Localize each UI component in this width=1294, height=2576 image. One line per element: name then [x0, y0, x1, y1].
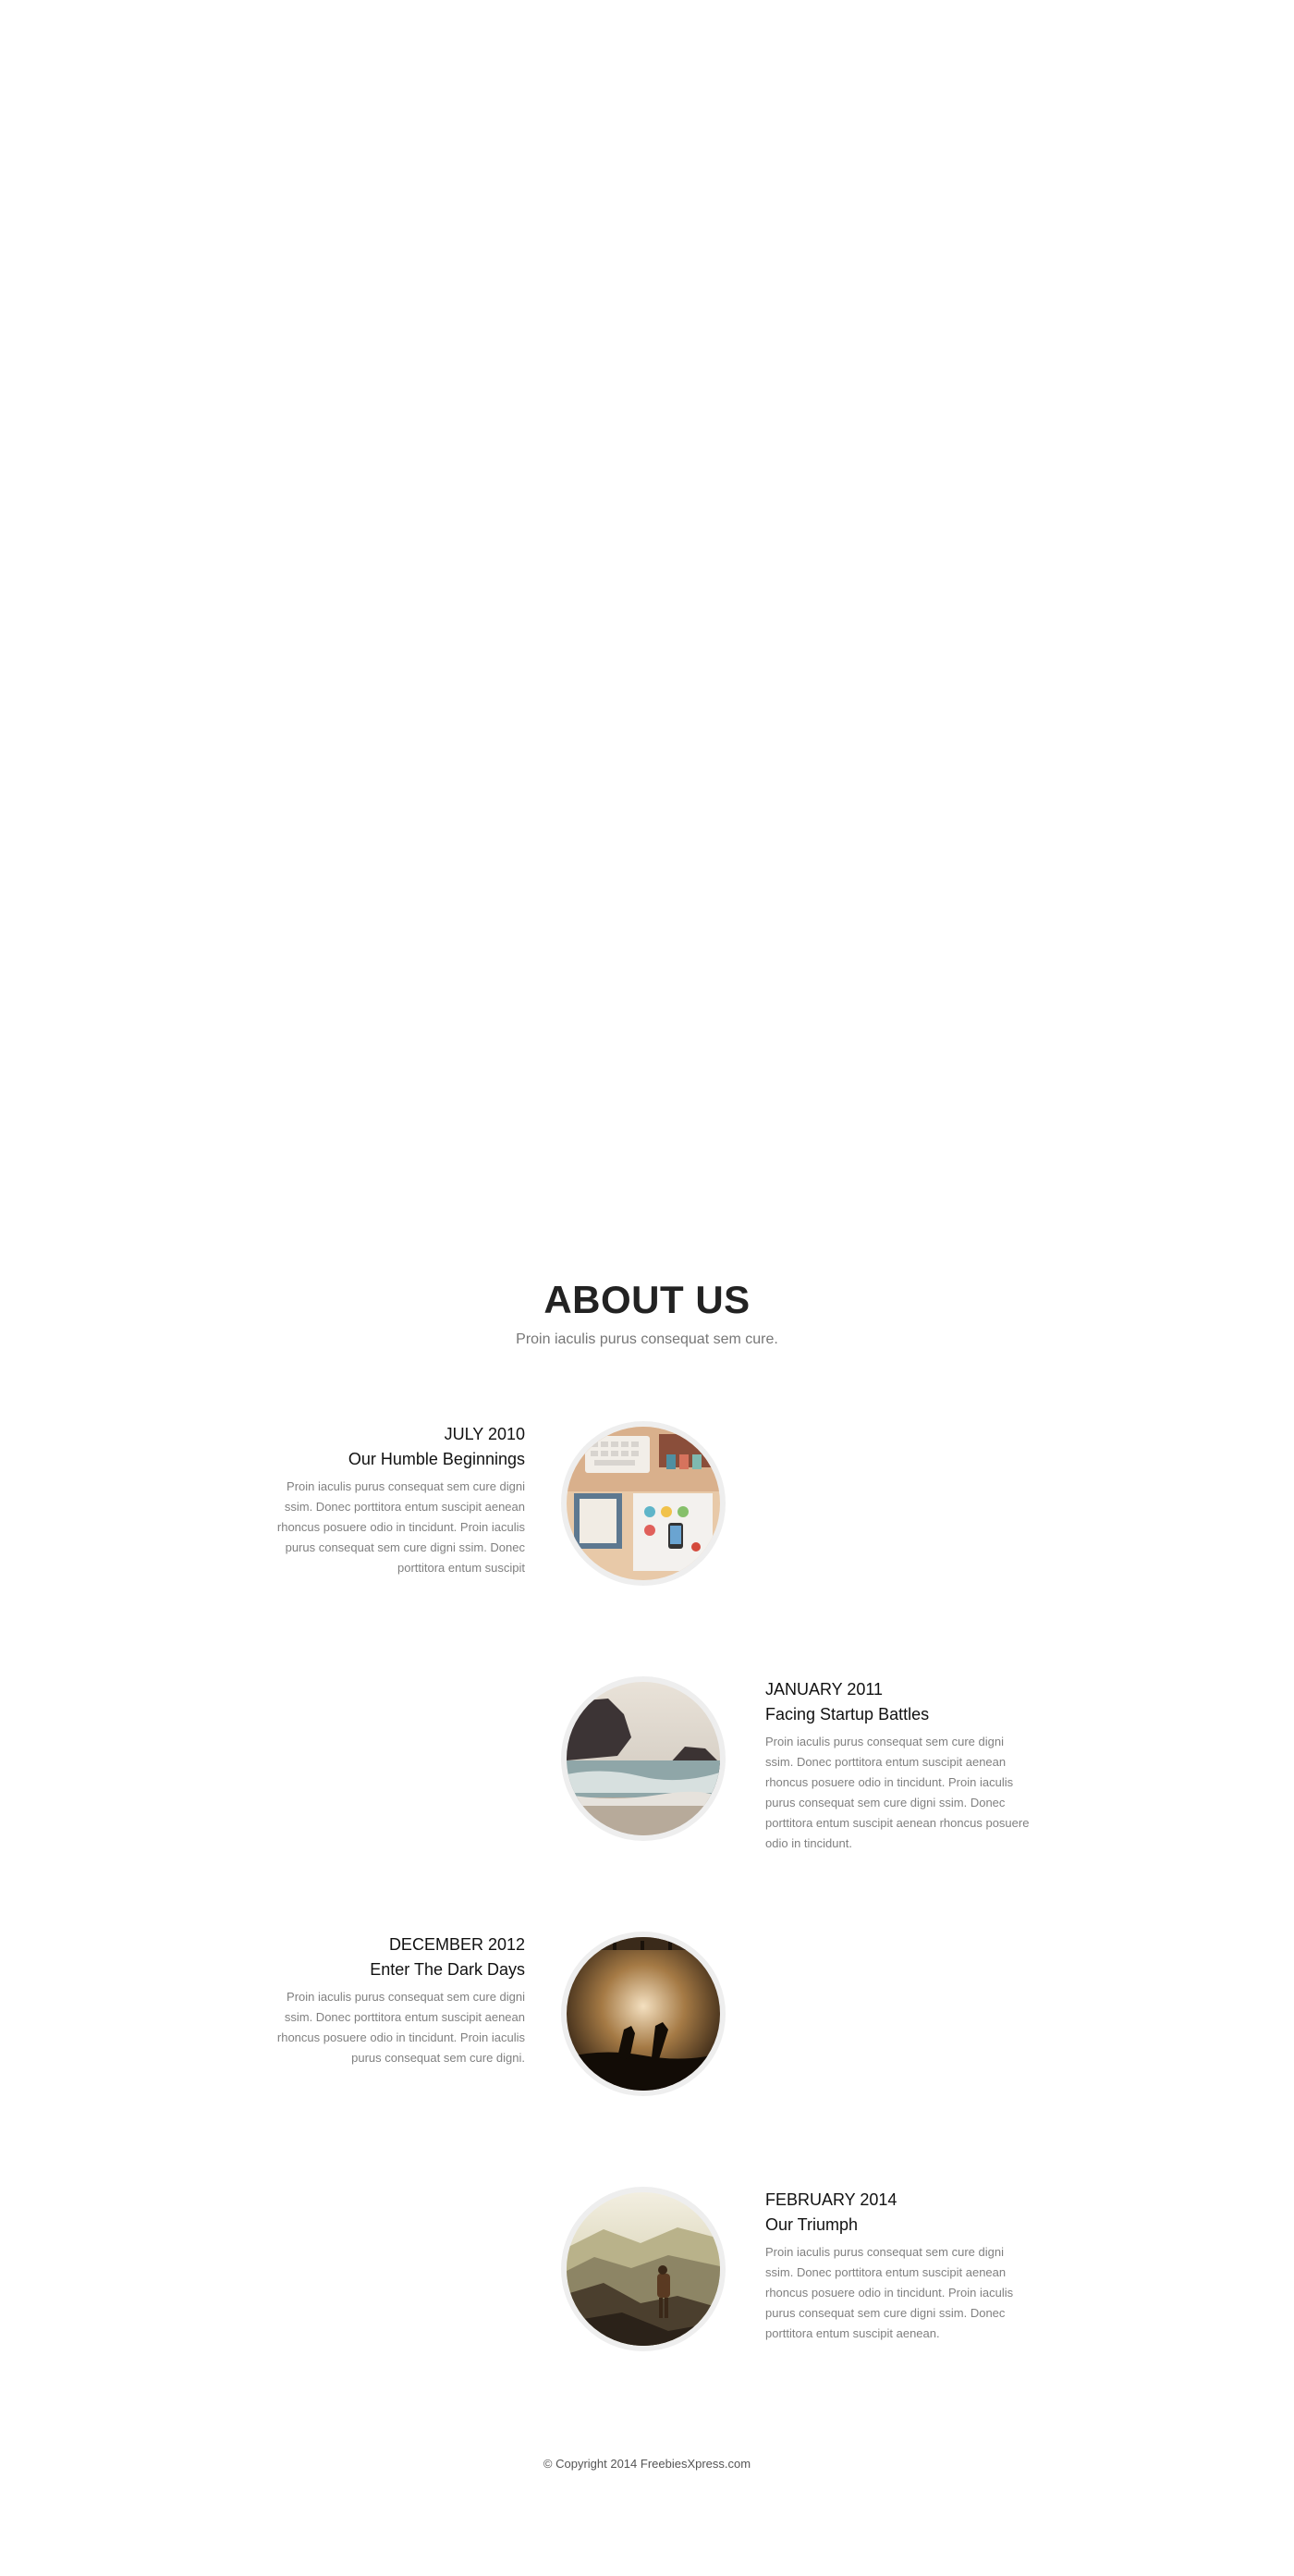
timeline-heading: Our Humble Beginnings	[348, 1450, 525, 1468]
timeline-text: FEBRUARY 2014 Our Triumph Proin iaculis …	[765, 2189, 1033, 2344]
timeline-date: DECEMBER 2012	[388, 1935, 525, 1954]
footer-copyright: © Copyright 2014 FreebiesXpress.com	[543, 2457, 751, 2471]
timeline-heading: Facing Startup Battles	[765, 1705, 930, 1723]
timeline-date: JANUARY 2011	[765, 1680, 884, 1699]
timeline-date: JULY 2010	[444, 1425, 525, 1443]
timeline-item-2014: FEBRUARY 2014 Our Triumph Proin iaculis …	[0, 2187, 1294, 2362]
timeline-image	[561, 1421, 726, 1586]
timeline-text: DECEMBER 2012 Enter The Dark Days Proin …	[257, 1933, 525, 2068]
timeline-item-2012: DECEMBER 2012 Enter The Dark Days Proin …	[0, 1932, 1294, 2107]
section-subtitle: Proin iaculis purus consequat sem cure.	[516, 1331, 778, 1347]
timeline-heading: Enter The Dark Days	[370, 1960, 525, 1979]
sea-rocks-photo	[567, 1682, 720, 1835]
timeline-text: JANUARY 2011 Facing Startup Battles Proi…	[765, 1678, 1033, 1854]
desk-workspace-photo	[567, 1427, 720, 1580]
timeline-body: Proin iaculis purus consequat sem cure d…	[276, 1479, 525, 1575]
concert-crowd-photo	[567, 1937, 720, 2091]
timeline-heading: Our Triumph	[765, 2215, 859, 2234]
hero-blank-area	[0, 0, 1294, 1230]
timeline-image	[561, 1676, 726, 1841]
timeline-body: Proin iaculis purus consequat sem cure d…	[276, 1990, 525, 2065]
timeline-image	[561, 2187, 726, 2351]
timeline-image	[561, 1932, 726, 2096]
timeline-body: Proin iaculis purus consequat sem cure d…	[765, 1735, 1030, 1850]
mountain-hiker-photo	[567, 2192, 720, 2346]
section-title: ABOUT US	[543, 1278, 751, 1321]
timeline-date: FEBRUARY 2014	[765, 2190, 897, 2209]
timeline-item-2010: JULY 2010 Our Humble Beginnings Proin ia…	[0, 1421, 1294, 1597]
timeline-body: Proin iaculis purus consequat sem cure d…	[765, 2245, 1014, 2340]
timeline-text: JULY 2010 Our Humble Beginnings Proin ia…	[257, 1423, 525, 1578]
timeline-item-2011: JANUARY 2011 Facing Startup Battles Proi…	[0, 1676, 1294, 1852]
